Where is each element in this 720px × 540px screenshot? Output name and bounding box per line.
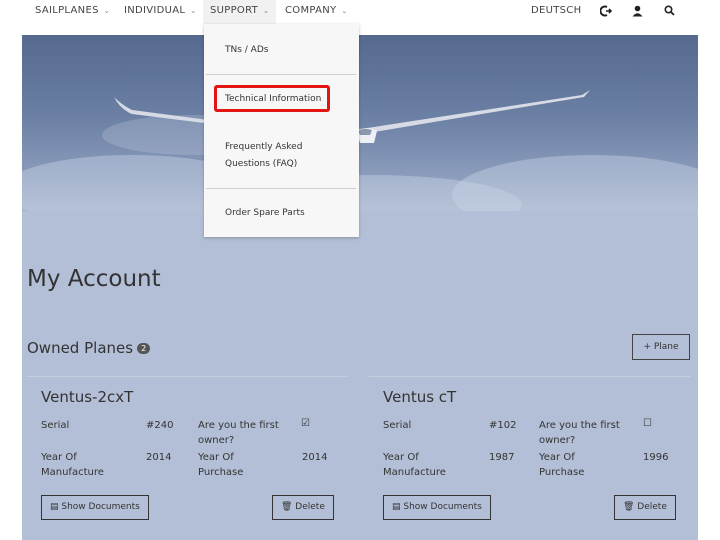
card-divider: [369, 376, 690, 377]
year-manufacture-label: Year Of: [383, 452, 419, 463]
serial-value: #102: [489, 420, 517, 431]
owned-planes-label: Owned Planes: [27, 339, 134, 357]
first-owner-label-cont: owner?: [198, 435, 235, 446]
year-purchase-label-cont: Purchase: [539, 467, 585, 478]
card-divider: [27, 376, 347, 377]
menu-divider: [206, 74, 356, 75]
nav-sailplanes-label: SAILPLANES: [35, 5, 99, 16]
top-navigation: SAILPLANES ⌄ INDIVIDUAL ⌄ SUPPORT ⌄ COMPANY…: [0, 0, 720, 24]
chevron-down-icon: ⌄: [341, 7, 348, 15]
year-purchase-label-cont: Purchase: [198, 467, 244, 478]
owned-planes-heading: Owned Planes 2: [27, 339, 151, 357]
chevron-down-icon: ⌄: [103, 7, 110, 15]
trash-icon: 🗑: [623, 502, 638, 512]
trash-icon: 🗑: [281, 502, 296, 512]
checkbox-checked-icon: ☑: [301, 418, 310, 429]
year-manufacture-value: 2014: [146, 452, 172, 463]
menu-item-order-spare-parts[interactable]: Order Spare Parts: [225, 205, 305, 221]
page-title: My Account: [27, 266, 161, 292]
chevron-down-icon: ⌄: [263, 7, 270, 15]
book-icon: ▤: [50, 502, 62, 512]
show-documents-button[interactable]: ▤ Show Documents: [41, 495, 149, 520]
menu-item-faq-line1[interactable]: Frequently Asked: [225, 139, 302, 155]
book-icon: ▤: [392, 502, 404, 512]
plane-name: Ventus cT: [383, 388, 457, 406]
serial-label: Serial: [383, 420, 412, 431]
year-manufacture-label: Year Of: [41, 452, 77, 463]
plane-name: Ventus-2cxT: [41, 388, 134, 406]
year-purchase-label: Year Of: [539, 452, 575, 463]
checkbox-unchecked-icon: ☐: [643, 418, 652, 429]
nav-support[interactable]: SUPPORT ⌄: [203, 0, 277, 24]
year-purchase-value: 1996: [643, 452, 669, 463]
user-icon[interactable]: [632, 5, 643, 20]
menu-item-faq-line2[interactable]: Questions (FAQ): [225, 156, 297, 172]
menu-divider: [206, 188, 356, 189]
delete-label: Delete: [295, 502, 325, 512]
year-purchase-value: 2014: [302, 452, 328, 463]
support-dropdown-menu: TNs / ADs Technical Information Frequent…: [204, 24, 359, 237]
delete-label: Delete: [637, 502, 667, 512]
hero-image: [22, 35, 698, 211]
nav-sailplanes[interactable]: SAILPLANES ⌄: [35, 5, 110, 16]
language-switch[interactable]: DEUTSCH: [531, 5, 581, 16]
logout-icon[interactable]: [599, 5, 613, 20]
first-owner-label: Are you the first: [198, 420, 279, 431]
show-documents-label: Show Documents: [61, 502, 140, 512]
first-owner-label-cont: owner?: [539, 435, 576, 446]
glider-illustration: [114, 90, 590, 143]
nav-individual[interactable]: INDIVIDUAL ⌄: [124, 5, 196, 16]
serial-label: Serial: [41, 420, 70, 431]
year-purchase-label: Year Of: [198, 452, 234, 463]
year-manufacture-label-cont: Manufacture: [41, 467, 104, 478]
delete-button[interactable]: 🗑 Delete: [614, 495, 676, 520]
first-owner-label: Are you the first: [539, 420, 620, 431]
nav-company-label: COMPANY: [285, 5, 337, 16]
chevron-down-icon: ⌄: [190, 7, 197, 15]
show-documents-button[interactable]: ▤ Show Documents: [383, 495, 491, 520]
nav-company[interactable]: COMPANY ⌄: [285, 5, 348, 16]
add-plane-button[interactable]: + Plane: [632, 334, 690, 360]
show-documents-label: Show Documents: [403, 502, 482, 512]
delete-button[interactable]: 🗑 Delete: [272, 495, 334, 520]
year-manufacture-label-cont: Manufacture: [383, 467, 446, 478]
serial-value: #240: [146, 420, 174, 431]
year-manufacture-value: 1987: [489, 452, 515, 463]
nav-support-label: SUPPORT: [210, 5, 259, 16]
owned-count-badge: 2: [137, 343, 151, 354]
menu-item-tns-ads[interactable]: TNs / ADs: [225, 42, 268, 58]
highlight-box: [214, 85, 330, 112]
nav-individual-label: INDIVIDUAL: [124, 5, 186, 16]
search-icon[interactable]: [664, 5, 675, 19]
